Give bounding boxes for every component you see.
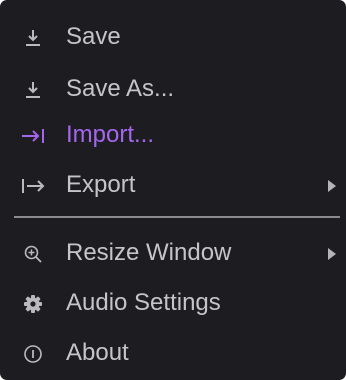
info-icon [20,342,46,366]
download-icon [20,78,46,102]
menu-item-save[interactable]: Save [0,12,346,64]
menu-item-label: About [66,339,129,366]
gear-icon [20,292,46,316]
menu-item-label: Audio Settings [66,289,221,316]
menu-item-audio-settings[interactable]: Audio Settings [0,278,346,330]
zoom-in-icon [20,242,46,266]
menu-item-about[interactable]: About [0,328,346,380]
menu-item-resize-window[interactable]: Resize Window [0,228,346,280]
menu-item-label: Export [66,171,136,198]
file-context-menu: Save Save As... Import... Export Resize … [0,0,346,380]
menu-item-import[interactable]: Import... [0,110,346,162]
menu-item-label: Save [66,23,121,50]
menu-item-export[interactable]: Export [0,160,346,212]
import-arrow-icon [20,124,46,148]
menu-item-label: Import... [66,121,155,148]
submenu-chevron-icon [328,248,336,260]
menu-separator [14,216,340,218]
submenu-chevron-icon [328,180,336,192]
menu-item-label: Save As... [66,75,175,102]
menu-item-label: Resize Window [66,239,232,266]
menu-item-save-as[interactable]: Save As... [0,64,346,116]
export-arrow-icon [20,174,46,198]
download-icon [20,26,46,50]
